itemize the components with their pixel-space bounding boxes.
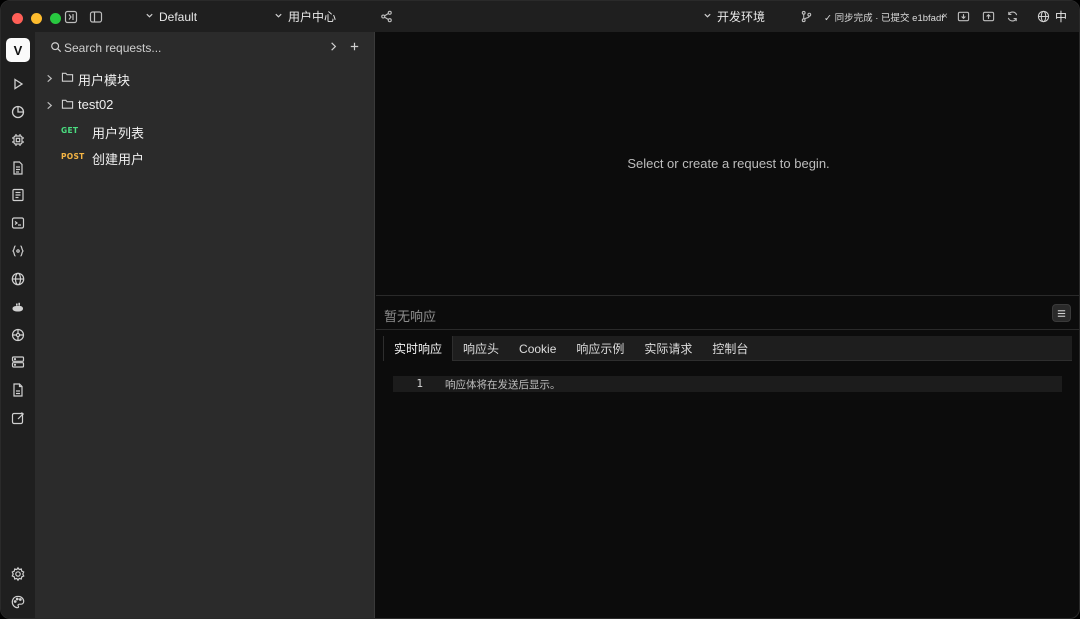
tab-response-examples[interactable]: 响应示例 bbox=[566, 336, 634, 361]
zoom-window-button[interactable] bbox=[50, 13, 61, 24]
request-search bbox=[35, 32, 375, 63]
search-icon bbox=[50, 41, 63, 54]
tab-live-response[interactable]: 实时响应 bbox=[383, 336, 454, 361]
git-branch-icon[interactable] bbox=[800, 10, 814, 24]
terminal-icon[interactable] bbox=[10, 215, 26, 231]
mock-server-icon[interactable] bbox=[10, 299, 26, 315]
share-icon[interactable] bbox=[380, 10, 394, 24]
app-window: Default 用户中心 开发环境 ✓ 同步完成 · 已提交 e1bfadf × bbox=[0, 0, 1080, 619]
response-tabs: 实时响应 响应头 Cookie 响应示例 实际请求 控制台 bbox=[383, 336, 1072, 361]
file-icon[interactable] bbox=[10, 382, 26, 398]
request-label: 创建用户 bbox=[92, 152, 145, 167]
method-badge: POST bbox=[61, 152, 85, 161]
plugin-icon[interactable] bbox=[10, 327, 26, 343]
sidebar-toggle-icon[interactable] bbox=[89, 10, 103, 24]
sync-status: ✓ 同步完成 · 已提交 e1bfadf bbox=[824, 1, 944, 32]
sync-status-text: ✓ 同步完成 · 已提交 e1bfadf bbox=[824, 12, 944, 24]
response-body-text[interactable]: 响应体将在发送后显示。 bbox=[445, 377, 561, 392]
response-header: 暂无响应 bbox=[376, 297, 1079, 330]
request-label: 用户列表 bbox=[92, 126, 145, 141]
chevron-down-icon bbox=[145, 11, 154, 23]
folder-label: 用户模块 bbox=[78, 73, 131, 88]
project-name: 用户中心 bbox=[288, 10, 337, 24]
request-item[interactable]: POST 创建用户 bbox=[35, 145, 375, 169]
chevron-down-icon bbox=[274, 11, 283, 23]
add-request-button[interactable] bbox=[348, 40, 362, 54]
collapse-panel-icon[interactable] bbox=[64, 10, 78, 24]
close-window-button[interactable] bbox=[12, 13, 23, 24]
method-badge: GET bbox=[61, 126, 79, 135]
minimize-window-button[interactable] bbox=[31, 13, 42, 24]
request-item[interactable]: GET 用户列表 bbox=[35, 119, 375, 143]
chevron-right-icon bbox=[45, 99, 55, 111]
folder-icon bbox=[61, 71, 75, 84]
app-logo[interactable]: V bbox=[6, 38, 30, 62]
document-icon[interactable] bbox=[10, 160, 26, 176]
folder-item[interactable]: 用户模块 bbox=[35, 66, 375, 90]
request-editor-area: Select or create a request to begin. bbox=[376, 32, 1079, 296]
report-icon[interactable] bbox=[10, 187, 26, 203]
workspace-name: Default bbox=[159, 9, 198, 24]
chevron-down-icon bbox=[703, 11, 712, 23]
line-number: 1 bbox=[416, 377, 423, 390]
tab-cookie[interactable]: Cookie bbox=[509, 336, 566, 361]
activity-rail: V bbox=[1, 32, 35, 618]
request-sidebar: 用户模块 test02 GET 用户列表 POST 创建用户 bbox=[35, 32, 375, 618]
response-title: 暂无响应 bbox=[384, 309, 437, 324]
globe-icon[interactable] bbox=[10, 271, 26, 287]
language-switcher[interactable]: 中 bbox=[1037, 1, 1067, 32]
variables-icon[interactable] bbox=[10, 243, 26, 259]
folder-item[interactable]: test02 bbox=[35, 93, 375, 117]
palette-icon[interactable] bbox=[10, 594, 26, 610]
folder-icon bbox=[61, 98, 75, 111]
environment-name: 开发环境 bbox=[717, 10, 766, 24]
response-menu-button[interactable] bbox=[1052, 304, 1071, 322]
run-icon[interactable] bbox=[10, 76, 26, 92]
edit-icon[interactable] bbox=[10, 410, 26, 426]
empty-state-message: Select or create a request to begin. bbox=[627, 156, 830, 171]
language-label: 中 bbox=[1055, 10, 1068, 24]
menu-icon bbox=[1056, 308, 1067, 319]
close-icon: × bbox=[942, 11, 948, 22]
tab-actual-request[interactable]: 实际请求 bbox=[634, 336, 702, 361]
workspace-selector[interactable]: Default bbox=[145, 1, 197, 32]
project-selector[interactable]: 用户中心 bbox=[274, 1, 336, 32]
environment-selector[interactable]: 开发环境 bbox=[703, 1, 765, 32]
window-controls bbox=[12, 13, 61, 24]
download-icon[interactable] bbox=[957, 10, 971, 24]
tab-response-headers[interactable]: 响应头 bbox=[453, 336, 509, 361]
dismiss-sync-button[interactable]: × bbox=[942, 1, 948, 32]
expand-all-button[interactable] bbox=[327, 40, 341, 54]
folder-label: test02 bbox=[78, 97, 114, 112]
chevron-right-icon bbox=[45, 72, 55, 84]
refresh-icon[interactable] bbox=[1006, 10, 1020, 24]
tab-console[interactable]: 控制台 bbox=[702, 336, 758, 361]
history-icon[interactable] bbox=[10, 104, 26, 120]
globe-icon bbox=[1037, 10, 1050, 23]
database-icon[interactable] bbox=[10, 354, 26, 370]
upload-icon[interactable] bbox=[982, 10, 996, 24]
search-input[interactable] bbox=[64, 38, 324, 57]
chip-icon[interactable] bbox=[10, 132, 26, 148]
title-bar: Default 用户中心 开发环境 ✓ 同步完成 · 已提交 e1bfadf × bbox=[1, 1, 1079, 32]
response-body-line: 1 响应体将在发送后显示。 bbox=[393, 376, 1062, 392]
gear-icon[interactable] bbox=[10, 566, 26, 582]
